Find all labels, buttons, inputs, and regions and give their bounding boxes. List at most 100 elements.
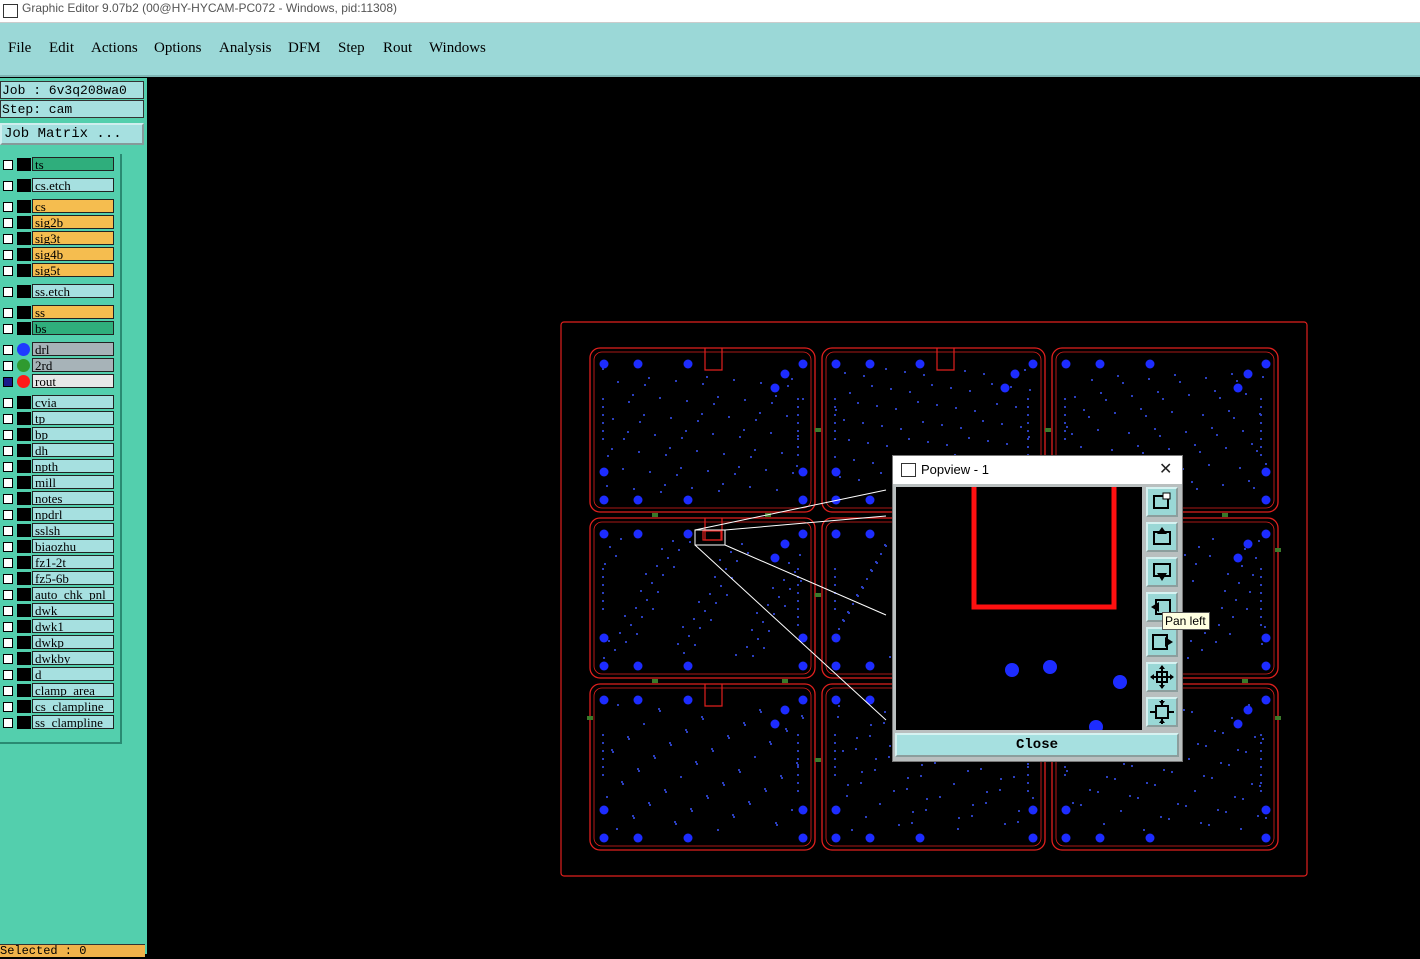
popview-close-button[interactable]: Close — [895, 733, 1179, 757]
job-matrix-button[interactable]: Job Matrix ... — [0, 123, 144, 145]
layer-name[interactable]: notes — [32, 491, 114, 505]
layer-name[interactable]: d — [32, 667, 114, 681]
layer-name[interactable]: fz5-6b — [32, 571, 114, 585]
layer-name[interactable]: sig5t — [32, 263, 114, 277]
menu-dfm[interactable]: DFM — [288, 40, 321, 57]
pan-down-button[interactable] — [1146, 557, 1178, 587]
layer-name[interactable]: auto_chk_pnl — [32, 587, 114, 601]
layer-row-bp[interactable]: bp — [0, 427, 116, 442]
layer-name[interactable]: npdrl — [32, 507, 114, 521]
layer-checkbox[interactable] — [3, 510, 13, 520]
layer-name[interactable]: biaozhu — [32, 539, 114, 553]
menu-file[interactable]: File — [8, 40, 31, 57]
layer-name[interactable]: ts — [32, 157, 114, 171]
layer-checkbox[interactable] — [3, 160, 13, 170]
layer-row-npdrl[interactable]: npdrl — [0, 507, 116, 522]
layer-name[interactable]: ss — [32, 305, 114, 319]
menu-step[interactable]: Step — [338, 40, 365, 57]
layer-name[interactable]: ss_clampline — [32, 715, 114, 729]
layer-row-tp[interactable]: tp — [0, 411, 116, 426]
layer-checkbox[interactable] — [3, 462, 13, 472]
layer-row-dwkp[interactable]: dwkp — [0, 635, 116, 650]
layer-row-ss-etch[interactable]: ss.etch — [0, 284, 116, 299]
layer-name[interactable]: tp — [32, 411, 114, 425]
zoom-in-button[interactable] — [1146, 697, 1178, 727]
layer-name[interactable]: npth — [32, 459, 114, 473]
menu-edit[interactable]: Edit — [49, 40, 74, 57]
layer-row-fz5-6b[interactable]: fz5-6b — [0, 571, 116, 586]
layer-checkbox[interactable] — [3, 266, 13, 276]
layer-row-ts[interactable]: ts — [0, 157, 116, 172]
layer-name[interactable]: rout — [32, 374, 114, 388]
layer-name[interactable]: 2rd — [32, 358, 114, 372]
layer-row-biaozhu[interactable]: biaozhu — [0, 539, 116, 554]
layer-row-rout[interactable]: rout — [0, 374, 116, 389]
layer-name[interactable]: dh — [32, 443, 114, 457]
layer-row-cs-clampline[interactable]: cs_clampline — [0, 699, 116, 714]
layer-checkbox[interactable] — [3, 606, 13, 616]
layer-checkbox[interactable] — [3, 686, 13, 696]
menu-options[interactable]: Options — [154, 40, 202, 57]
layer-row-2rd[interactable]: 2rd — [0, 358, 116, 373]
popview-viewport[interactable] — [896, 487, 1142, 734]
layer-row-cs[interactable]: cs — [0, 199, 116, 214]
layer-checkbox[interactable] — [3, 287, 13, 297]
layer-name[interactable]: clamp_area — [32, 683, 114, 697]
menu-actions[interactable]: Actions — [91, 40, 138, 57]
layer-row-sig4b[interactable]: sig4b — [0, 247, 116, 262]
menu-analysis[interactable]: Analysis — [219, 40, 272, 57]
layer-checkbox[interactable] — [3, 638, 13, 648]
layer-row-sig5t[interactable]: sig5t — [0, 263, 116, 278]
layer-row-sslsh[interactable]: sslsh — [0, 523, 116, 538]
layer-checkbox[interactable] — [3, 542, 13, 552]
layer-name[interactable]: mill — [32, 475, 114, 489]
menu-windows[interactable]: Windows — [429, 40, 486, 57]
layer-row-fz1-2t[interactable]: fz1-2t — [0, 555, 116, 570]
layer-checkbox[interactable] — [3, 526, 13, 536]
layer-name[interactable]: dwkby — [32, 651, 114, 665]
layer-row-npth[interactable]: npth — [0, 459, 116, 474]
layer-row-d[interactable]: d — [0, 667, 116, 682]
layer-checkbox[interactable] — [3, 345, 13, 355]
layer-checkbox[interactable] — [3, 478, 13, 488]
pan-right-button[interactable] — [1146, 627, 1178, 657]
popview-titlebar[interactable]: Popview - 1 ✕ — [893, 456, 1182, 484]
layer-name[interactable]: dwkp — [32, 635, 114, 649]
layer-name[interactable]: cs.etch — [32, 178, 114, 192]
layer-name[interactable]: fz1-2t — [32, 555, 114, 569]
layer-row-sig3t[interactable]: sig3t — [0, 231, 116, 246]
layer-row-clamp-area[interactable]: clamp_area — [0, 683, 116, 698]
layer-checkbox[interactable] — [3, 558, 13, 568]
layer-checkbox[interactable] — [3, 718, 13, 728]
layer-name[interactable]: cs — [32, 199, 114, 213]
layer-row-mill[interactable]: mill — [0, 475, 116, 490]
layer-checkbox[interactable] — [3, 654, 13, 664]
layer-checkbox[interactable] — [3, 361, 13, 371]
layer-checkbox[interactable] — [3, 430, 13, 440]
layer-row-ss[interactable]: ss — [0, 305, 116, 320]
layer-checkbox[interactable] — [3, 181, 13, 191]
layer-name[interactable]: sig4b — [32, 247, 114, 261]
layer-checkbox[interactable] — [3, 202, 13, 212]
layer-row-ss-clampline[interactable]: ss_clampline — [0, 715, 116, 730]
layer-name[interactable]: cvia — [32, 395, 114, 409]
layer-row-sig2b[interactable]: sig2b — [0, 215, 116, 230]
layer-row-notes[interactable]: notes — [0, 491, 116, 506]
layer-checkbox[interactable] — [3, 574, 13, 584]
layer-row-dwk1[interactable]: dwk1 — [0, 619, 116, 634]
layer-row-auto-chk-pnl[interactable]: auto_chk_pnl — [0, 587, 116, 602]
layer-checkbox[interactable] — [3, 622, 13, 632]
layer-row-cs-etch[interactable]: cs.etch — [0, 178, 116, 193]
zoom-out-button[interactable] — [1146, 662, 1178, 692]
close-icon[interactable]: ✕ — [1159, 459, 1172, 479]
layer-checkbox[interactable] — [3, 218, 13, 228]
layer-name[interactable]: sslsh — [32, 523, 114, 537]
layer-checkbox[interactable] — [3, 494, 13, 504]
layer-checkbox[interactable] — [3, 250, 13, 260]
layer-name[interactable]: bs — [32, 321, 114, 335]
layer-row-dwk[interactable]: dwk — [0, 603, 116, 618]
pan-up-button[interactable] — [1146, 522, 1178, 552]
layer-row-bs[interactable]: bs — [0, 321, 116, 336]
layer-checkbox[interactable] — [3, 590, 13, 600]
layer-checkbox[interactable] — [3, 234, 13, 244]
